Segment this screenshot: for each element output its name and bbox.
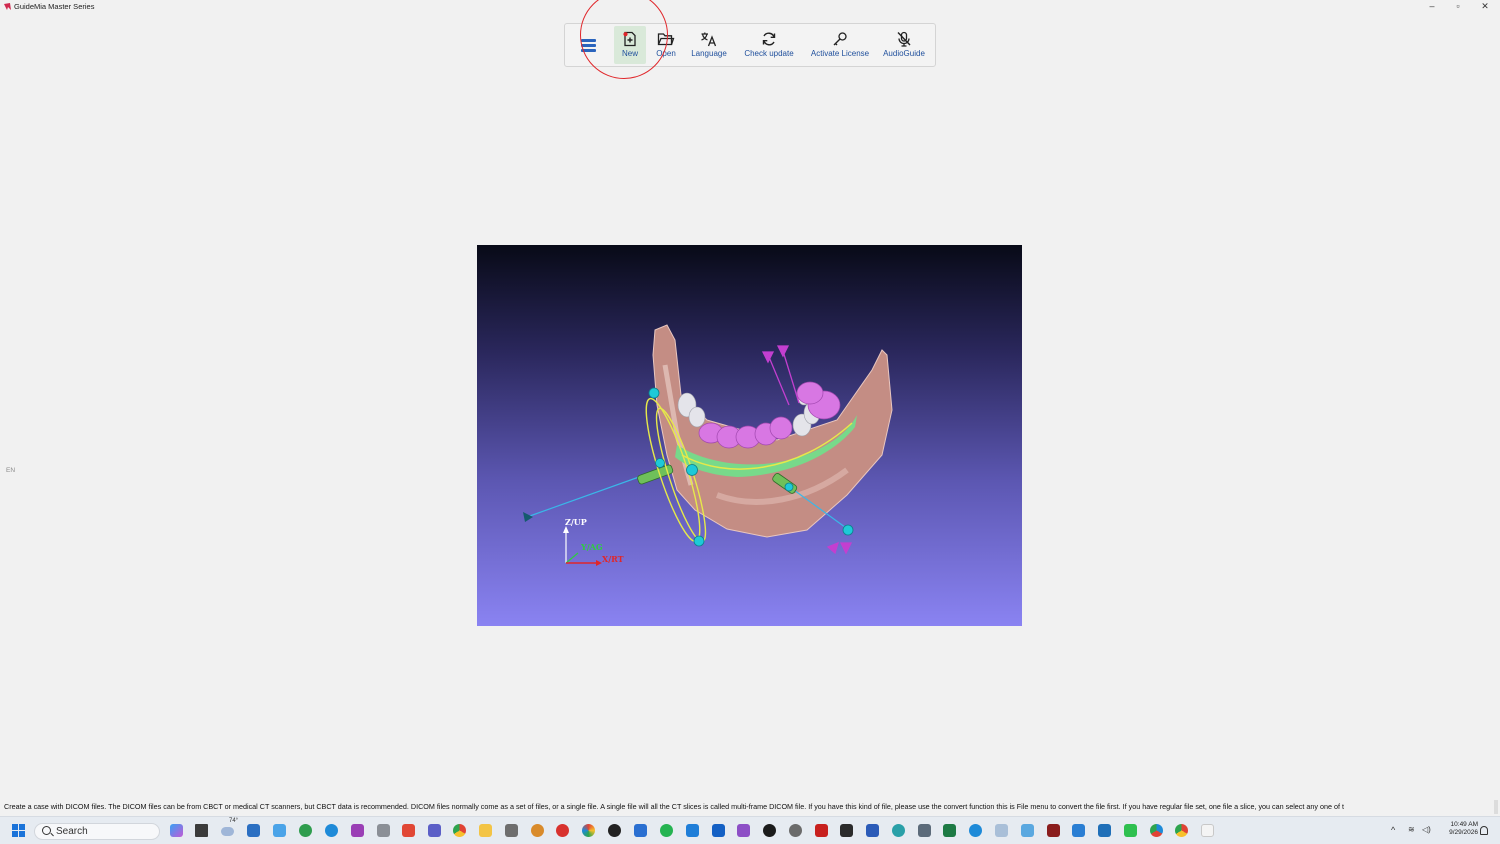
outlook-icon[interactable] (712, 824, 725, 837)
app-teal-icon[interactable] (892, 824, 905, 837)
wifi-icon[interactable]: ≋ (1408, 825, 1415, 834)
taskbar: Search 74° ^ ≋ ◁) 10:49 AM 9/29/2026 (0, 816, 1500, 844)
key-icon (833, 32, 847, 46)
photos-icon[interactable] (1021, 824, 1034, 837)
taskbar-search-box[interactable]: Search (34, 823, 160, 840)
app-blue-round-icon[interactable] (969, 824, 982, 837)
window-title: GuideMia Master Series (14, 2, 95, 11)
whatsapp-icon[interactable] (660, 824, 673, 837)
image-viewer-icon[interactable] (995, 824, 1008, 837)
open-button-label: Open (656, 49, 676, 58)
sync-icon[interactable] (299, 824, 312, 837)
app-blue-s-icon[interactable] (1072, 824, 1085, 837)
app-red-icon[interactable] (556, 824, 569, 837)
folder-open-icon (657, 33, 675, 46)
new-button-label: New (621, 49, 638, 58)
tool-icon[interactable] (273, 824, 286, 837)
clock-time: 10:49 AM (1450, 821, 1478, 828)
database-icon[interactable] (377, 824, 390, 837)
store-icon[interactable] (247, 824, 260, 837)
windows-start-icon[interactable] (12, 824, 25, 837)
tray-overflow-icon[interactable]: ^ (1391, 825, 1395, 835)
3d-viewport[interactable]: Z/UP Y/AG X/RT (477, 245, 1022, 626)
open-button[interactable]: Open (650, 26, 682, 64)
status-bar: Create a case with DICOM files. The DICO… (0, 800, 1494, 814)
hamburger-menu-icon[interactable] (581, 39, 596, 52)
chrome-profile-icon[interactable] (1175, 824, 1188, 837)
axis-y-label: Y/AG (581, 542, 603, 552)
new-button[interactable]: New (614, 26, 646, 64)
status-text: Create a case with DICOM files. The DICO… (4, 802, 1344, 811)
weather-temp: 74° (229, 818, 239, 824)
translate-icon (701, 32, 717, 47)
chrome-alt-icon[interactable] (1150, 824, 1163, 837)
weather-icon[interactable] (221, 827, 234, 836)
axis-z-label: Z/UP (565, 517, 587, 527)
language-indicator: EN (6, 467, 16, 474)
app-color-icon[interactable] (582, 824, 595, 837)
notes-icon[interactable] (1098, 824, 1111, 837)
activate-license-button[interactable]: Activate License (808, 26, 872, 64)
axis-x-label: X/RT (602, 554, 624, 564)
status-bar-scroll-edge (1494, 800, 1498, 814)
settings-gear-icon[interactable] (531, 824, 544, 837)
language-button[interactable]: Language (687, 26, 731, 64)
search-icon (42, 826, 51, 835)
clock-date: 9/29/2026 (1449, 829, 1478, 836)
app-red-s-icon[interactable] (402, 824, 415, 837)
check-update-button[interactable]: Check update (741, 26, 797, 64)
audio-guide-button[interactable]: AudioGuide (881, 26, 927, 64)
visual-studio-icon[interactable] (737, 824, 750, 837)
file-explorer-icon[interactable] (479, 824, 492, 837)
app-logo-icon (4, 3, 11, 10)
teams-icon[interactable] (428, 824, 441, 837)
notepad-icon[interactable] (505, 824, 518, 837)
app-dark-red-icon[interactable] (1047, 824, 1060, 837)
notification-bell-icon[interactable] (1480, 826, 1488, 835)
minimize-button[interactable]: – (1422, 0, 1442, 13)
chatgpt-icon[interactable] (608, 824, 621, 837)
jaw-3d-model[interactable] (477, 245, 1022, 626)
media-player-icon[interactable] (763, 824, 776, 837)
acrobat-icon[interactable] (815, 824, 828, 837)
microphone-off-icon (897, 31, 911, 47)
wechat-icon[interactable] (1124, 824, 1137, 837)
chrome-icon[interactable] (453, 824, 466, 837)
check-update-label: Check update (744, 49, 794, 58)
taskbar-search-text: Search (56, 826, 88, 837)
guidemia-app-icon[interactable] (1201, 824, 1214, 837)
refresh-icon (762, 32, 776, 46)
close-button[interactable]: ✕ (1475, 0, 1495, 13)
title-bar: GuideMia Master Series – ▫ ✕ (0, 0, 1500, 14)
terminal-icon[interactable] (840, 824, 853, 837)
new-file-icon (623, 31, 636, 47)
audio-guide-label: AudioGuide (883, 49, 925, 58)
powershell-icon[interactable] (634, 824, 647, 837)
maximize-button[interactable]: ▫ (1448, 0, 1468, 13)
speaker-icon[interactable]: ◁) (1422, 825, 1431, 834)
edge-icon[interactable] (325, 824, 338, 837)
app-purple-icon[interactable] (351, 824, 364, 837)
main-toolbar: New Open Language Check update Activate … (564, 23, 936, 67)
vscode-icon[interactable] (686, 824, 699, 837)
copilot-icon[interactable] (170, 824, 183, 837)
system-clock[interactable]: 10:49 AM 9/29/2026 (1438, 821, 1478, 837)
activate-license-label: Activate License (810, 49, 870, 58)
word-icon[interactable] (866, 824, 879, 837)
app-tools-icon[interactable] (918, 824, 931, 837)
task-view-icon[interactable] (195, 824, 208, 837)
excel-icon[interactable] (943, 824, 956, 837)
app-gray-icon[interactable] (789, 824, 802, 837)
language-button-label: Language (691, 49, 727, 58)
